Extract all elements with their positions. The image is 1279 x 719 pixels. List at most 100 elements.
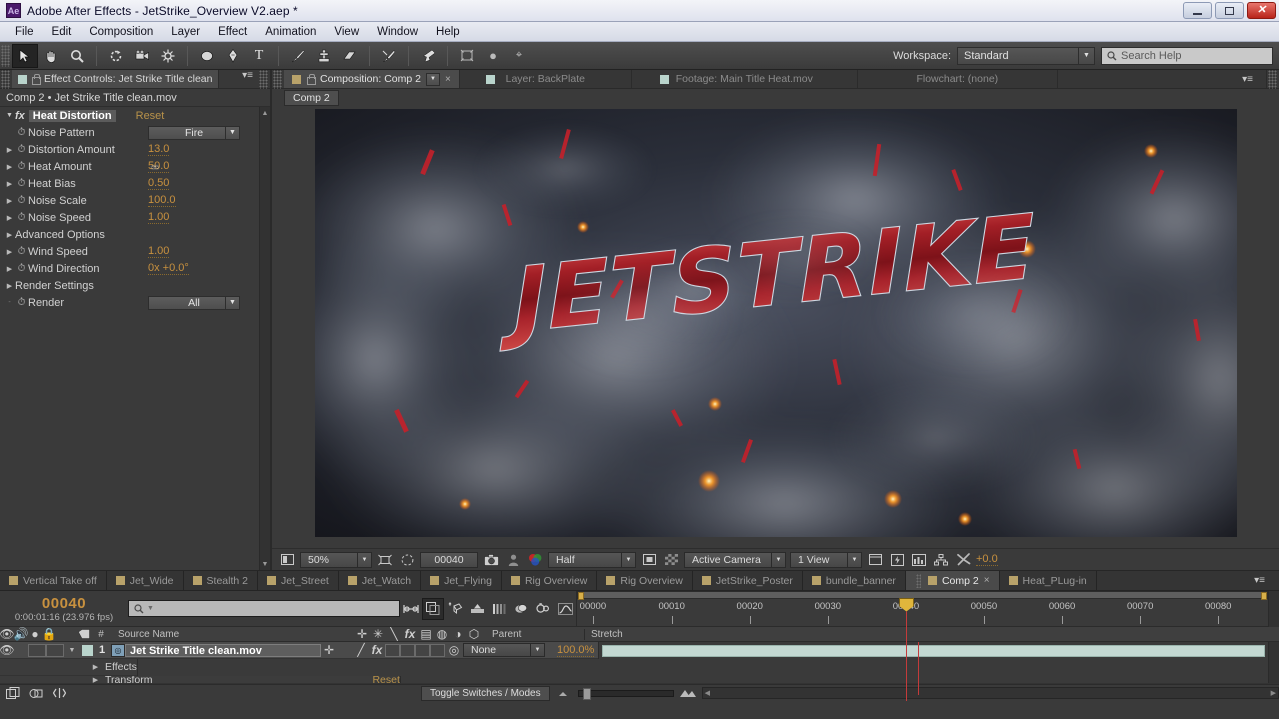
three-d-layer-switch-icon[interactable]: ⬡ [466,627,482,641]
stopwatch-icon[interactable]: ⏱ [15,144,28,155]
collapse-transformations-icon[interactable]: ✳ [370,627,386,641]
motion-blur-switch-icon[interactable]: ◍ [434,627,450,641]
property-row-heat-bias[interactable]: ▶ ⏱ Heat Bias 0.50 [0,175,270,192]
heat-bias-value[interactable]: 0.50 [148,177,170,190]
close-icon[interactable]: × [445,74,451,85]
stopwatch-icon[interactable]: ⏱ [15,178,28,189]
graph-editor-icon[interactable] [554,598,576,620]
disclosure-triangle-icon[interactable]: ▶ [4,265,15,273]
current-time-indicator[interactable] [898,597,914,701]
stopwatch-icon[interactable]: ⏱ [15,212,28,223]
toggle-pixel-aspect-icon[interactable] [866,552,884,568]
brush-tool-icon[interactable] [285,44,311,68]
stopwatch-icon[interactable]: ⏱ [15,246,28,257]
menu-item-view[interactable]: View [325,23,368,41]
timeline-horizontal-scrollbar[interactable]: ◀ ▶ [701,687,1279,699]
layer-parent-select[interactable]: None ▼ [463,643,545,657]
work-area-end-marker[interactable] [1261,591,1267,600]
comp-tab-jet-flying[interactable]: Jet_Flying [421,571,502,590]
selection-tool-icon[interactable] [12,43,38,68]
region-of-interest-icon[interactable] [376,552,394,568]
lock-icon[interactable] [306,74,316,85]
timeline-property-row-transform[interactable]: ▶ Transform Reset [0,676,1279,684]
property-row-render-settings[interactable]: ▶ Render Settings [0,277,270,294]
menu-item-composition[interactable]: Composition [80,23,162,41]
effects-switch-icon[interactable]: fx [402,627,418,641]
view-layout-select[interactable]: 1 View ▼ [790,551,862,568]
effect-name[interactable]: Heat Distortion [28,109,116,122]
chevron-down-icon[interactable]: ▼ [147,605,154,612]
layer-name[interactable]: Jet Strike Title clean.mov [125,643,321,657]
layer-disclosure-triangle-icon[interactable]: ▼ [64,647,80,654]
effect-controls-scrollbar[interactable]: ▲ ▼ [259,107,270,570]
comp-tab-grip[interactable] [915,573,921,588]
type-tool-icon[interactable]: T [246,44,272,68]
close-button[interactable]: ✕ [1247,2,1276,19]
toggle-switches-modes-button[interactable]: Toggle Switches / Modes [421,685,550,701]
world-axis-icon[interactable]: ● [480,44,506,68]
property-row-noise-scale[interactable]: ▶ ⏱ Noise Scale 100.0 [0,192,270,209]
disclosure-triangle-icon[interactable]: ▶ [90,663,101,671]
menu-item-animation[interactable]: Animation [256,23,325,41]
property-row-wind-speed[interactable]: ▶ ⏱ Wind Speed 1.00 [0,243,270,260]
column-header-number[interactable]: # [92,629,110,640]
layer-solo-cell[interactable] [28,643,46,657]
show-snapshot-icon[interactable] [504,552,522,568]
solo-icon[interactable]: ● [28,627,42,641]
noise-pattern-dropdown[interactable]: Fire ▼ [148,125,240,140]
pen-tool-icon[interactable] [220,44,246,68]
menu-item-edit[interactable]: Edit [43,23,81,41]
parent-pickwhip-icon[interactable]: ◎ [445,643,463,657]
layer-effects-switch-icon[interactable]: fx [369,643,385,657]
frame-blending-switch-icon[interactable]: ▤ [418,627,434,641]
comp-tab-bundle-banner[interactable]: bundle_banner [802,571,906,590]
comp-tab-jet-street[interactable]: Jet_Street [257,571,339,590]
quality-switch-icon[interactable]: ╲ [386,627,402,641]
property-row-wind-direction[interactable]: ▶ ⏱ Wind Direction 0x +0.0° [0,260,270,277]
disclosure-triangle-icon[interactable]: ▶ [4,282,15,290]
property-row-distortion-amount[interactable]: ▶ ⏱ Distortion Amount 13.0 [0,141,270,158]
comp-family-icon[interactable] [4,686,22,701]
fast-previews-icon[interactable] [888,552,906,568]
stopwatch-icon[interactable]: ⏱ [15,263,28,274]
menu-item-help[interactable]: Help [427,23,469,41]
distortion-amount-value[interactable]: 13.0 [148,143,170,156]
roto-brush-tool-icon[interactable] [376,44,402,68]
zoom-out-timeline-icon[interactable] [555,682,573,704]
layer-label-swatch-icon[interactable] [82,644,93,656]
show-channel-icon[interactable] [526,552,544,568]
adjustment-layer-switch-icon[interactable]: ◑ [450,627,466,641]
comp-tab-rig-overview-2[interactable]: Rig Overview [597,571,693,590]
timeline-layer-row[interactable]: 👁 ▼ 1 ◎ Jet Strike Title clean.mov ✛ ╱ f… [0,641,1279,695]
timeline-track-area[interactable] [598,641,1268,695]
resolution-select[interactable]: Half ▼ [548,551,636,568]
always-preview-this-view-icon[interactable] [278,552,296,568]
audio-icon[interactable]: 🔊 [14,627,29,641]
effect-header-row[interactable]: ▼ fx Heat Distortion Reset [0,107,270,124]
transform-track-area[interactable] [399,676,1268,683]
property-row-advanced-options[interactable]: ▶ Advanced Options [0,226,270,243]
scroll-up-icon[interactable]: ▲ [260,107,270,119]
lock-icon[interactable] [31,74,41,85]
eraser-tool-icon[interactable] [337,44,363,68]
draft-3d-icon[interactable] [422,597,444,620]
tab-layer-backplate[interactable]: Layer: BackPlate [459,70,632,88]
layer-quality-switch-icon[interactable]: ╱ [353,643,369,657]
search-help-input[interactable]: Search Help [1101,46,1273,65]
wind-direction-value[interactable]: 0x +0.0° [148,262,189,275]
composition-mini-flowchart-icon[interactable] [400,598,422,620]
disclosure-triangle-icon[interactable]: ▶ [4,146,15,154]
scroll-right-icon[interactable]: ▶ [1271,689,1276,697]
local-axis-icon[interactable] [454,44,480,68]
exposure-reset-icon[interactable] [954,552,972,568]
column-header-stretch[interactable]: Stretch [584,628,654,640]
zoom-level-select[interactable]: 50% ▼ [300,551,372,568]
label-icon[interactable] [76,627,92,641]
disclosure-triangle-icon[interactable]: ▶ [4,231,15,239]
noise-speed-value[interactable]: 1.00 [148,211,170,224]
comp-tab-jet-watch[interactable]: Jet_Watch [338,571,422,590]
disclosure-triangle-icon[interactable]: ▶ [4,180,15,188]
comp-tab-rig-overview-1[interactable]: Rig Overview [501,571,598,590]
comp-tab-jet-wide[interactable]: Jet_Wide [106,571,184,590]
workspace-select[interactable]: Standard ▼ [957,46,1095,65]
